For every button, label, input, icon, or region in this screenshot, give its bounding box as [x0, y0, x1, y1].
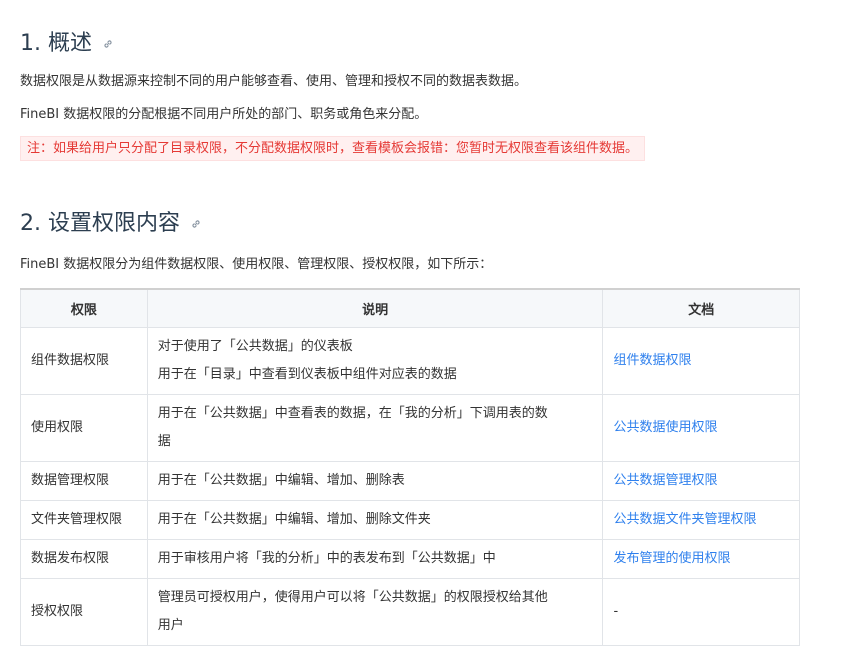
- doc-link[interactable]: 公共数据使用权限: [613, 420, 717, 435]
- link-icon[interactable]: [102, 38, 114, 50]
- description-line: 用于在「公共数据」中编辑、增加、删除文件夹: [157, 512, 431, 527]
- description-cell: 用于在「公共数据」中编辑、增加、删除文件夹: [146, 500, 604, 540]
- description-cell: 用于在「公共数据」中查看表的数据，在「我的分析」下调用表的数 据: [146, 394, 604, 462]
- document-cell: 公共数据管理权限: [602, 461, 800, 501]
- section-1-heading: 1. 概述: [20, 26, 114, 56]
- description-line: 用于在「目录」中查看到仪表板中组件对应表的数据: [157, 367, 457, 382]
- permission-cell: 组件数据权限: [20, 327, 148, 395]
- doc-link[interactable]: 公共数据管理权限: [613, 473, 717, 488]
- description-line: 据: [157, 434, 171, 449]
- link-icon[interactable]: [190, 218, 202, 230]
- doc-link[interactable]: 发布管理的使用权限: [613, 551, 730, 566]
- warning-note: 注：如果给用户只分配了目录权限，不分配数据权限时，查看模板会报错：您暂时无权限查…: [20, 136, 646, 161]
- description-line: 管理员可授权用户，使得用户可以将「公共数据」的权限授权给其他: [157, 590, 548, 605]
- section-1-paragraph-2: FineBI 数据权限的分配根据不同用户所处的部门、职务或角色来分配。: [20, 107, 428, 122]
- doc-link[interactable]: 组件数据权限: [613, 353, 691, 368]
- table-row: 文件夹管理权限 用于在「公共数据」中编辑、增加、删除文件夹 公共数据文件夹管理权…: [20, 500, 800, 540]
- description-line: 用于在「公共数据」中查看表的数据，在「我的分析」下调用表的数: [157, 406, 548, 421]
- table-row: 数据管理权限 用于在「公共数据」中编辑、增加、删除表 公共数据管理权限: [20, 461, 800, 501]
- document-cell: 组件数据权限: [602, 327, 800, 395]
- section-2-heading: 2. 设置权限内容: [20, 206, 202, 236]
- description-line: 用于审核用户将「我的分析」中的表发布到「公共数据」中: [157, 551, 496, 566]
- document-cell: 公共数据使用权限: [602, 394, 800, 462]
- permission-cell: 数据发布权限: [20, 539, 148, 579]
- description-cell: 对于使用了「公共数据」的仪表板 用于在「目录」中查看到仪表板中组件对应表的数据: [146, 327, 604, 395]
- description-line: 用户: [157, 618, 184, 633]
- column-header-document: 文档: [602, 288, 800, 328]
- section-2-title: 2. 设置权限内容: [20, 211, 180, 236]
- permission-cell: 使用权限: [20, 394, 148, 462]
- description-cell: 用于在「公共数据」中编辑、增加、删除表: [146, 461, 604, 501]
- permission-cell: 数据管理权限: [20, 461, 148, 501]
- table-row: 授权权限 管理员可授权用户，使得用户可以将「公共数据」的权限授权给其他 用户 -: [20, 578, 800, 646]
- permission-cell: 文件夹管理权限: [20, 500, 148, 540]
- table-row: 数据发布权限 用于审核用户将「我的分析」中的表发布到「公共数据」中 发布管理的使…: [20, 539, 800, 579]
- permissions-table: 权限 说明 文档 组件数据权限 对于使用了「公共数据」的仪表板 用于在「目录」中…: [20, 288, 800, 646]
- permission-cell: 授权权限: [20, 578, 148, 646]
- table-row: 使用权限 用于在「公共数据」中查看表的数据，在「我的分析」下调用表的数 据 公共…: [20, 394, 800, 462]
- description-line: 用于在「公共数据」中编辑、增加、删除表: [157, 473, 405, 488]
- section-1-paragraph-1: 数据权限是从数据源来控制不同的用户能够查看、使用、管理和授权不同的数据表数据。: [20, 74, 528, 89]
- column-header-permission: 权限: [20, 288, 148, 328]
- table-header-row: 权限 说明 文档: [20, 288, 800, 328]
- table-row: 组件数据权限 对于使用了「公共数据」的仪表板 用于在「目录」中查看到仪表板中组件…: [20, 327, 800, 395]
- description-line: 对于使用了「公共数据」的仪表板: [157, 339, 353, 354]
- doc-link[interactable]: 公共数据文件夹管理权限: [613, 512, 756, 527]
- section-2-intro: FineBI 数据权限分为组件数据权限、使用权限、管理权限、授权权限，如下所示：: [20, 257, 493, 272]
- description-cell: 用于审核用户将「我的分析」中的表发布到「公共数据」中: [146, 539, 604, 579]
- section-1-title: 1. 概述: [20, 31, 92, 56]
- description-cell: 管理员可授权用户，使得用户可以将「公共数据」的权限授权给其他 用户: [146, 578, 604, 646]
- document-cell: 发布管理的使用权限: [602, 539, 800, 579]
- column-header-description: 说明: [146, 288, 604, 328]
- document-cell: 公共数据文件夹管理权限: [602, 500, 800, 540]
- doc-placeholder: -: [613, 604, 619, 619]
- document-cell: -: [602, 578, 800, 646]
